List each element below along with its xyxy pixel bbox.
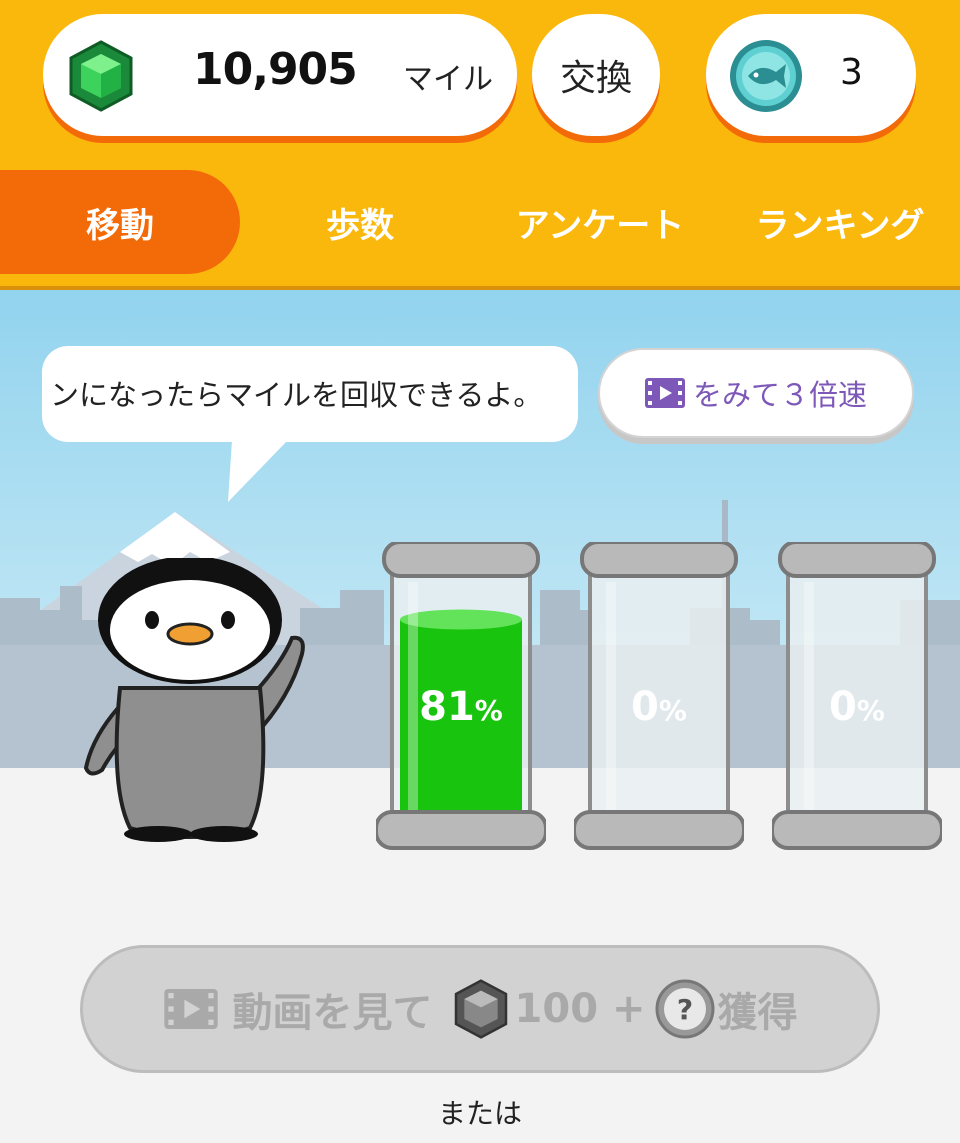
video-button-label-1: 動画を見て bbox=[232, 990, 433, 1036]
canister-percent: 0% bbox=[829, 684, 885, 730]
fish-coin-icon bbox=[730, 40, 802, 112]
mile-canister-3[interactable]: 0% bbox=[770, 540, 944, 862]
video-button-amount: 100 + bbox=[514, 986, 646, 1032]
watch-video-3x-speed-button[interactable]: をみて３倍速 bbox=[598, 348, 914, 438]
tab-ranking[interactable]: ランキング bbox=[720, 170, 960, 274]
speed-button-label: をみて３倍速 bbox=[692, 378, 867, 412]
or-label: または bbox=[437, 1097, 522, 1130]
mile-canister-2[interactable]: 0% bbox=[572, 540, 746, 862]
canister-percent: 81% bbox=[419, 684, 503, 730]
watch-video-earn-button[interactable]: 動画を見て 100 + ? 獲得 bbox=[80, 945, 880, 1073]
header-bar: 10,905 マイル 交換 3 移動 歩数 アンケート ランキング bbox=[0, 0, 960, 290]
mile-canister-1[interactable]: 81% bbox=[374, 540, 548, 862]
speech-bubble: ンになったらマイルを回収できるよ。 bbox=[42, 346, 578, 442]
exchange-button[interactable]: 交換 bbox=[532, 14, 660, 136]
gem-icon bbox=[69, 40, 133, 112]
miles-unit: マイル bbox=[403, 62, 493, 97]
video-icon bbox=[163, 989, 218, 1029]
miles-balance[interactable]: 10,905 マイル bbox=[43, 14, 517, 136]
canister-fill-top bbox=[400, 609, 522, 630]
speech-bubble-tail bbox=[228, 440, 288, 502]
video-button-label-2: 獲得 bbox=[717, 990, 798, 1036]
fish-coin-balance[interactable]: 3 bbox=[706, 14, 916, 136]
tab-label: 移動 bbox=[86, 205, 154, 246]
gem-gray-icon bbox=[454, 979, 507, 1039]
tab-label: 歩数 bbox=[326, 205, 394, 246]
tab-move[interactable]: 移動 bbox=[0, 170, 240, 274]
tab-label: アンケート bbox=[515, 205, 685, 246]
tab-survey[interactable]: アンケート bbox=[480, 170, 720, 274]
fish-coin-count: 3 bbox=[840, 52, 863, 93]
exchange-label: 交換 bbox=[559, 58, 632, 99]
svg-text:?: ? bbox=[677, 993, 693, 1026]
tab-steps[interactable]: 歩数 bbox=[240, 170, 480, 274]
canister-percent: 0% bbox=[631, 684, 687, 730]
video-icon bbox=[644, 378, 685, 408]
question-coin-icon: ? bbox=[655, 979, 715, 1039]
penguin-mascot bbox=[83, 558, 305, 842]
travel-scene: ンになったらマイルを回収できるよ。 をみて３倍速 81% 0% 0% bbox=[0, 290, 960, 940]
speech-text: ンになったらマイルを回収できるよ。 bbox=[50, 378, 543, 412]
tab-label: ランキング bbox=[755, 205, 925, 246]
miles-value: 10,905 bbox=[193, 44, 358, 95]
